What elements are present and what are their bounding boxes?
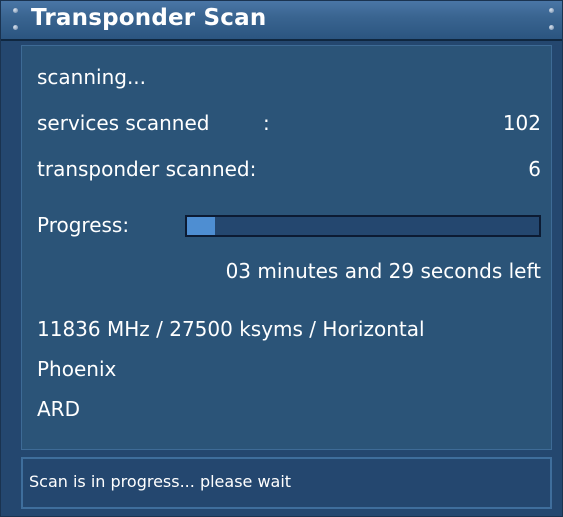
status-bar: Scan is in progress... please wait (21, 457, 552, 509)
transponders-scanned-label: transponder scanned: (37, 157, 257, 181)
title-bar: Transponder Scan (1, 1, 562, 41)
channel-name: ARD (37, 397, 80, 421)
services-scanned-value: 102 (502, 111, 541, 135)
services-scanned-separator: : (263, 111, 270, 135)
progress-bar (185, 215, 541, 237)
progress-bar-fill (187, 217, 216, 235)
transponder-info-text: 11836 MHz / 27500 ksyms / Horizontal (37, 317, 425, 341)
transponder-scan-window: Transponder Scan scanning... services sc… (0, 0, 563, 517)
services-scanned-label: services scanned (37, 111, 210, 135)
screw-icon (549, 25, 554, 30)
scan-state-text: scanning... (37, 65, 147, 89)
screw-icon (549, 8, 554, 13)
progress-label: Progress: (37, 213, 130, 237)
scan-panel (21, 45, 552, 450)
screw-icon (13, 8, 18, 13)
window-title: Transponder Scan (31, 5, 267, 31)
time-left-text: 03 minutes and 29 seconds left (225, 259, 541, 283)
screw-icon (13, 25, 18, 30)
status-message: Scan is in progress... please wait (29, 472, 292, 491)
provider-name: Phoenix (37, 357, 117, 381)
transponders-scanned-value: 6 (528, 157, 541, 181)
